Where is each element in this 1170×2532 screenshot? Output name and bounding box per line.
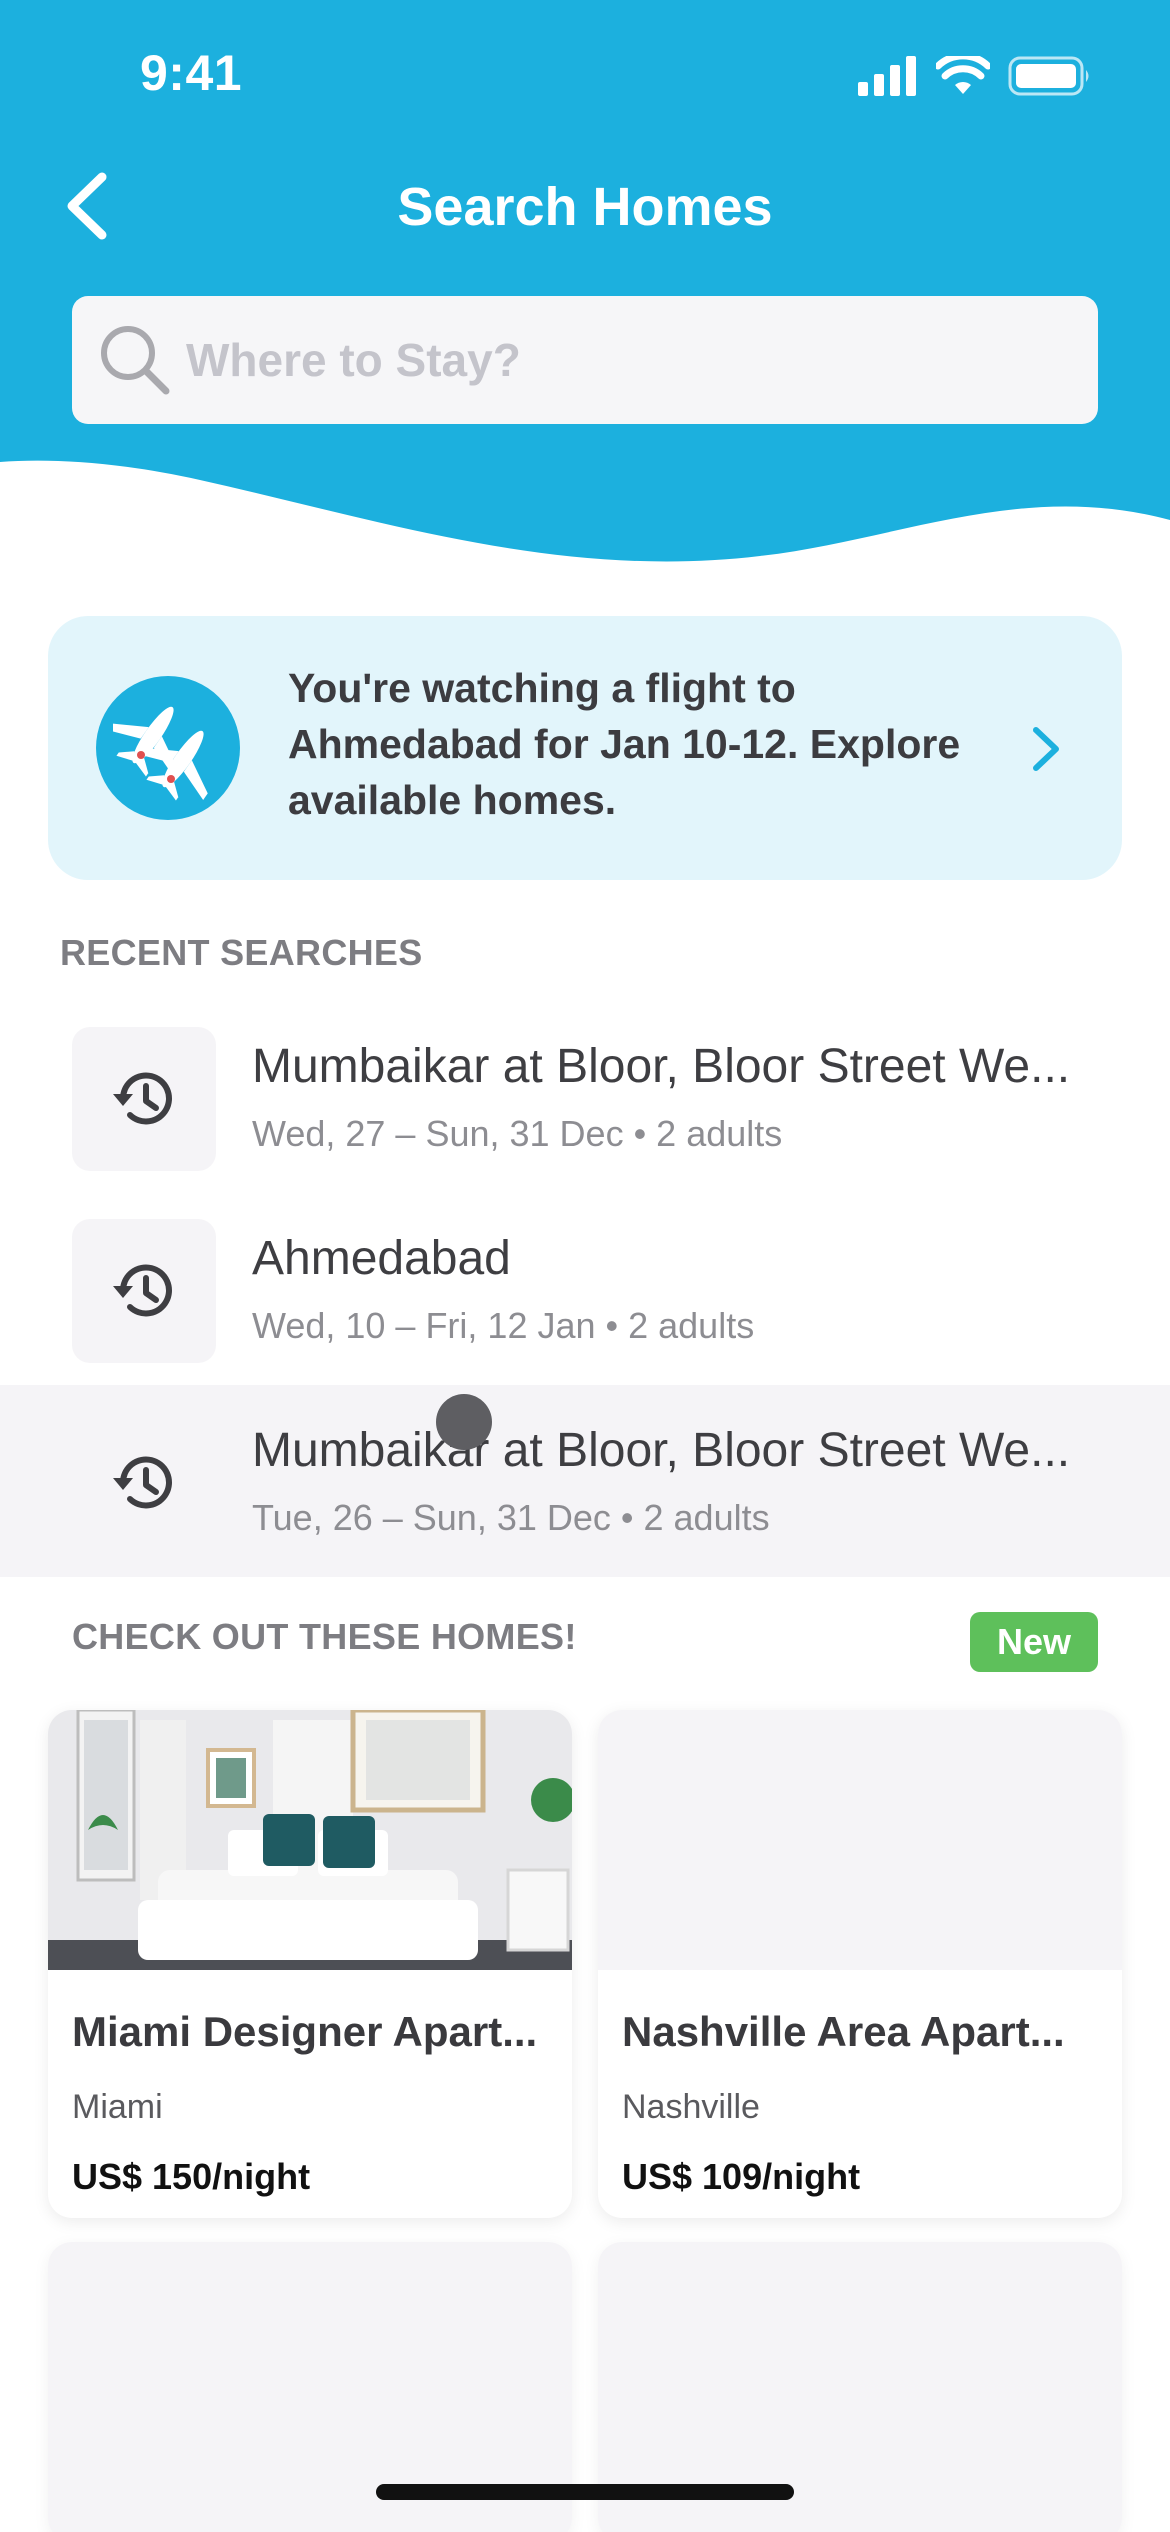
search-bar[interactable] <box>72 296 1098 424</box>
homes-section-label: CHECK OUT THESE HOMES! <box>72 1616 577 1657</box>
home-city: Miami <box>72 2088 163 2126</box>
flight-watch-banner[interactable]: You're watching a flight to Ahmedabad fo… <box>48 616 1122 880</box>
home-title: Nashville Area Apart... <box>622 2008 1065 2055</box>
promo-text: You're watching a flight to Ahmedabad fo… <box>288 665 961 823</box>
history-icon <box>113 1456 172 1509</box>
recent-icon-box <box>72 1219 216 1363</box>
home-indicator[interactable] <box>376 2484 794 2500</box>
header: 9:41 Search Homes <box>0 0 1170 570</box>
recent-search-title: Mumbaikar at Bloor, Bloor Street We... <box>252 1424 1071 1477</box>
signal-icon <box>858 56 916 96</box>
touch-indicator <box>436 1394 492 1450</box>
recent-icon-box <box>72 1411 216 1555</box>
status-time: 9:41 <box>140 45 243 101</box>
home-photo-placeholder <box>598 1710 1122 1970</box>
recent-searches-label: RECENT SEARCHES <box>60 932 423 973</box>
recent-search-subtitle: Tue, 26 – Sun, 31 Dec • 2 adults <box>252 1497 770 1538</box>
airplane-icon <box>113 706 208 801</box>
home-card[interactable]: Miami Designer Apart... Miami US$ 150/ni… <box>48 1710 572 2218</box>
recent-icon-box <box>72 1027 216 1171</box>
status-icons <box>858 56 1092 96</box>
history-icon <box>113 1072 172 1125</box>
recent-search-title: Ahmedabad <box>252 1232 511 1285</box>
promo-icon-circle <box>96 676 240 820</box>
wifi-icon <box>936 56 990 94</box>
search-icon <box>101 326 170 395</box>
recent-search-item[interactable]: Ahmedabad Wed, 10 – Fri, 12 Jan • 2 adul… <box>0 1193 1170 1385</box>
home-card[interactable]: Nashville Area Apart... Nashville US$ 10… <box>598 1710 1122 2218</box>
recent-search-subtitle: Wed, 10 – Fri, 12 Jan • 2 adults <box>252 1305 755 1346</box>
search-input[interactable] <box>186 333 1066 387</box>
home-price: US$ 109/night <box>622 2156 861 2197</box>
recent-search-item[interactable]: Mumbaikar at Bloor, Bloor Street We... W… <box>0 1001 1170 1193</box>
battery-icon <box>1008 56 1089 96</box>
recent-search-title: Mumbaikar at Bloor, Bloor Street We... <box>252 1040 1071 1093</box>
recent-search-item[interactable]: Mumbaikar at Bloor, Bloor Street We... T… <box>0 1385 1170 1577</box>
new-badge: New <box>970 1612 1098 1672</box>
recent-search-subtitle: Wed, 27 – Sun, 31 Dec • 2 adults <box>252 1113 783 1154</box>
home-city: Nashville <box>622 2088 760 2126</box>
home-title: Miami Designer Apart... <box>72 2008 538 2055</box>
page-title: Search Homes <box>397 177 773 237</box>
home-price: US$ 150/night <box>72 2156 311 2197</box>
home-photo <box>48 1710 572 1970</box>
history-icon <box>113 1264 172 1317</box>
chevron-right-icon <box>1033 727 1059 771</box>
